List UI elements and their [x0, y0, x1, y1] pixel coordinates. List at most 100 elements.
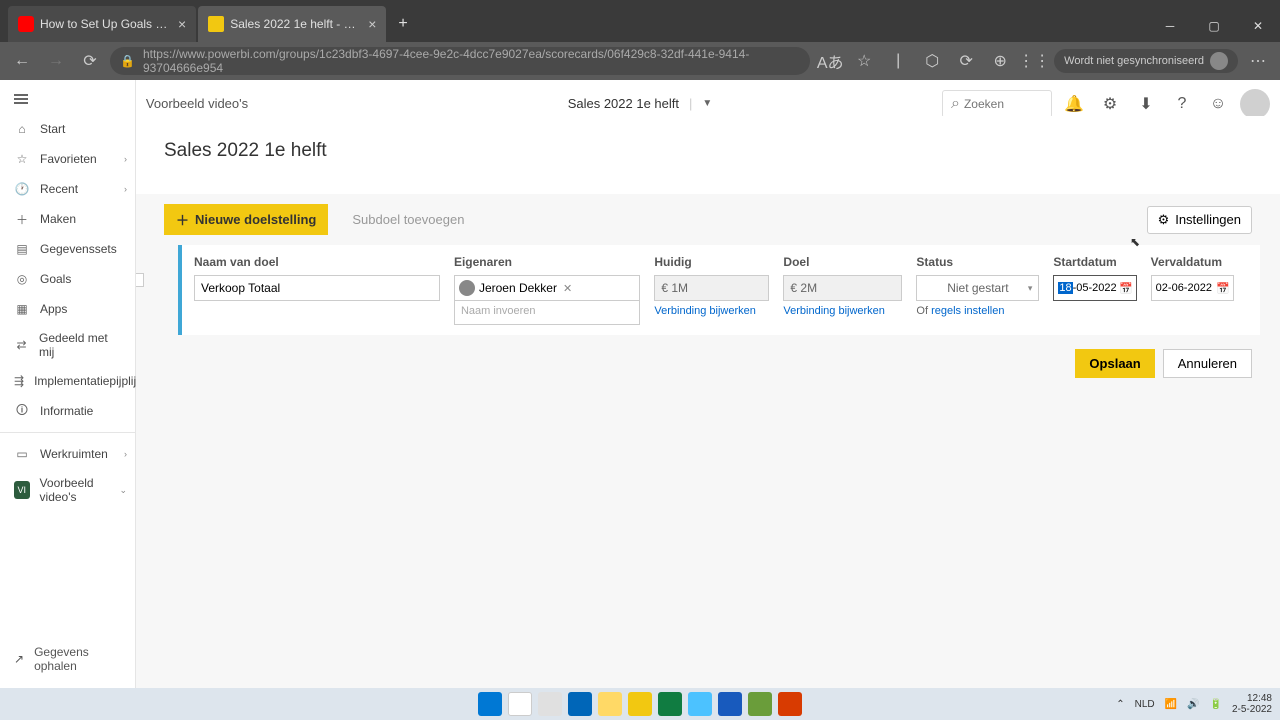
sidebar-item-maken[interactable]: ＋ Maken — [0, 204, 135, 234]
update-connection-link[interactable]: Verbinding bijwerken — [783, 305, 902, 317]
goal-name-input[interactable] — [194, 275, 440, 301]
cancel-button[interactable]: Annuleren — [1163, 349, 1252, 378]
chevron-down-icon: ▾ — [1028, 283, 1033, 294]
tab-title: Sales 2022 1e helft - Power BI — [230, 17, 360, 31]
add-subgoal-button[interactable]: Subdoel toevoegen — [344, 206, 472, 233]
browser-tab-1[interactable]: Sales 2022 1e helft - Power BI × — [198, 6, 386, 42]
search-input[interactable] — [964, 97, 1034, 111]
target-value-input[interactable] — [783, 275, 902, 301]
taskbar: ⌃ NLD 📶 🔊 🔋 12:48 2-5-2022 — [0, 688, 1280, 720]
close-icon[interactable]: × — [178, 16, 186, 32]
sidebar-item-gedeeld[interactable]: ⇄ Gedeeld met mij — [0, 324, 135, 366]
remove-owner-icon[interactable]: ✕ — [563, 282, 572, 295]
status-value: Niet gestart — [947, 281, 1008, 295]
breadcrumb-sep: | — [689, 96, 692, 111]
sidebar-item-apps[interactable]: ▦ Apps — [0, 294, 135, 324]
button-label: Instellingen — [1175, 212, 1241, 227]
hamburger-button[interactable] — [0, 84, 135, 114]
save-button[interactable]: Opslaan — [1075, 349, 1154, 378]
powerbi-taskbar-icon[interactable] — [628, 692, 652, 716]
extensions-icon[interactable]: ⋮⋮ — [1020, 47, 1048, 75]
feedback-icon[interactable]: ☺ — [1204, 90, 1232, 118]
date-rest: -05-2022 — [1073, 282, 1117, 294]
chevron-down-icon: ⌄ — [119, 485, 127, 496]
due-date-input[interactable]: 02-06-2022 📅 — [1151, 275, 1234, 301]
new-goal-button[interactable]: ＋ Nieuwe doelstelling — [164, 204, 328, 235]
edge-icon[interactable] — [688, 692, 712, 716]
help-icon[interactable]: ? — [1168, 90, 1196, 118]
tray-battery-icon[interactable]: 🔋 — [1210, 699, 1222, 710]
tray-volume-icon[interactable]: 🔊 — [1187, 699, 1199, 710]
clock-icon: 🕐 — [14, 181, 30, 197]
reload-button[interactable]: ⟳ — [76, 47, 104, 75]
tray-chevron-icon[interactable]: ⌃ — [1116, 699, 1124, 710]
sidebar-label: Werkruimten — [40, 447, 108, 461]
sync-icon[interactable]: ⟳ — [952, 47, 980, 75]
favorites-icon[interactable]: ☆ — [850, 47, 878, 75]
app-icon[interactable] — [778, 692, 802, 716]
sidebar-item-werkruimten[interactable]: ▭ Werkruimten › — [0, 439, 135, 469]
new-tab-button[interactable]: + — [388, 6, 417, 42]
chevron-right-icon: › — [124, 449, 127, 459]
settings-button[interactable]: ⚙ Instellingen — [1147, 206, 1252, 234]
star-icon: ☆ — [14, 151, 30, 167]
sidebar-item-goals[interactable]: ◎ Goals — [0, 264, 135, 294]
close-icon[interactable]: × — [368, 16, 376, 32]
sidebar-item-favorieten[interactable]: ☆ Favorieten › — [0, 144, 135, 174]
close-window-button[interactable]: ✕ — [1236, 10, 1280, 42]
tray-clock[interactable]: 12:48 2-5-2022 — [1232, 693, 1272, 715]
search-button[interactable] — [508, 692, 532, 716]
camtasia-icon[interactable] — [748, 692, 772, 716]
sidebar-item-recent[interactable]: 🕐 Recent › — [0, 174, 135, 204]
goal-row-checkbox[interactable] — [136, 273, 144, 287]
sidebar-item-gegevenssets[interactable]: ▤ Gegevenssets — [0, 234, 135, 264]
extension-icon[interactable]: ⬡ — [918, 47, 946, 75]
calendar-icon[interactable]: 📅 — [1216, 282, 1230, 295]
sidebar-item-gegevens-ophalen[interactable]: ↗ Gegevens ophalen — [0, 638, 135, 680]
explorer-icon[interactable] — [568, 692, 592, 716]
chevron-down-icon[interactable]: ▼ — [702, 98, 712, 109]
start-button[interactable] — [478, 692, 502, 716]
minimize-button[interactable]: ─ — [1148, 10, 1192, 42]
taskview-button[interactable] — [538, 692, 562, 716]
calendar-icon[interactable]: 📅 — [1119, 282, 1133, 295]
sidebar-item-implementatie[interactable]: ⇶ Implementatiepijplijnen — [0, 366, 135, 396]
menu-button[interactable]: ⋯ — [1244, 47, 1272, 75]
system-tray: ⌃ NLD 📶 🔊 🔋 12:48 2-5-2022 — [1116, 693, 1272, 715]
tray-language[interactable]: NLD — [1135, 699, 1155, 710]
sidebar-label: Gegevenssets — [40, 242, 117, 256]
profile-sync-button[interactable]: Wordt niet gesynchroniseerd — [1054, 49, 1238, 73]
youtube-icon — [18, 16, 34, 32]
download-icon[interactable]: ⬇ — [1132, 90, 1160, 118]
tray-wifi-icon[interactable]: 📶 — [1165, 699, 1177, 710]
sidebar-item-informatie[interactable]: 🛈 Informatie — [0, 396, 135, 426]
sidebar-item-voorbeeld[interactable]: VI Voorbeeld video's ⌄ — [0, 469, 135, 511]
set-rules-link[interactable]: regels instellen — [931, 305, 1004, 317]
notifications-icon[interactable]: 🔔 — [1060, 90, 1088, 118]
back-button[interactable]: ← — [8, 47, 36, 75]
info-icon: 🛈 — [14, 403, 30, 419]
owner-field[interactable]: Jeroen Dekker ✕ — [454, 275, 640, 301]
sidebar-item-start[interactable]: ⌂ Start — [0, 114, 135, 144]
browser-tab-0[interactable]: How to Set Up Goals and Track × — [8, 6, 196, 42]
current-value-input[interactable] — [654, 275, 769, 301]
user-avatar[interactable] — [1240, 89, 1270, 119]
start-date-input[interactable]: 18-05-2022 📅 — [1053, 275, 1136, 301]
search-box[interactable]: ⌕ — [942, 90, 1052, 118]
status-select[interactable]: Niet gestart ▾ — [916, 275, 1039, 301]
owner-add-input[interactable]: Naam invoeren — [454, 301, 640, 325]
forward-button[interactable]: → — [42, 47, 70, 75]
folder-icon[interactable] — [598, 692, 622, 716]
word-icon[interactable] — [718, 692, 742, 716]
workspace-icon: VI — [14, 481, 30, 499]
sidebar: ⌂ Start ☆ Favorieten › 🕐 Recent › ＋ Make… — [0, 80, 136, 688]
maximize-button[interactable]: ▢ — [1192, 10, 1236, 42]
goals-icon: ◎ — [14, 271, 30, 287]
settings-gear-icon[interactable]: ⚙ — [1096, 90, 1124, 118]
excel-icon[interactable] — [658, 692, 682, 716]
url-input[interactable]: 🔒 https://www.powerbi.com/groups/1c23dbf… — [110, 47, 810, 75]
workspace-label[interactable]: Voorbeeld video's — [146, 96, 248, 111]
read-aloud-icon[interactable]: Aあ — [816, 47, 844, 75]
update-connection-link[interactable]: Verbinding bijwerken — [654, 305, 769, 317]
collections-icon[interactable]: ⊕ — [986, 47, 1014, 75]
